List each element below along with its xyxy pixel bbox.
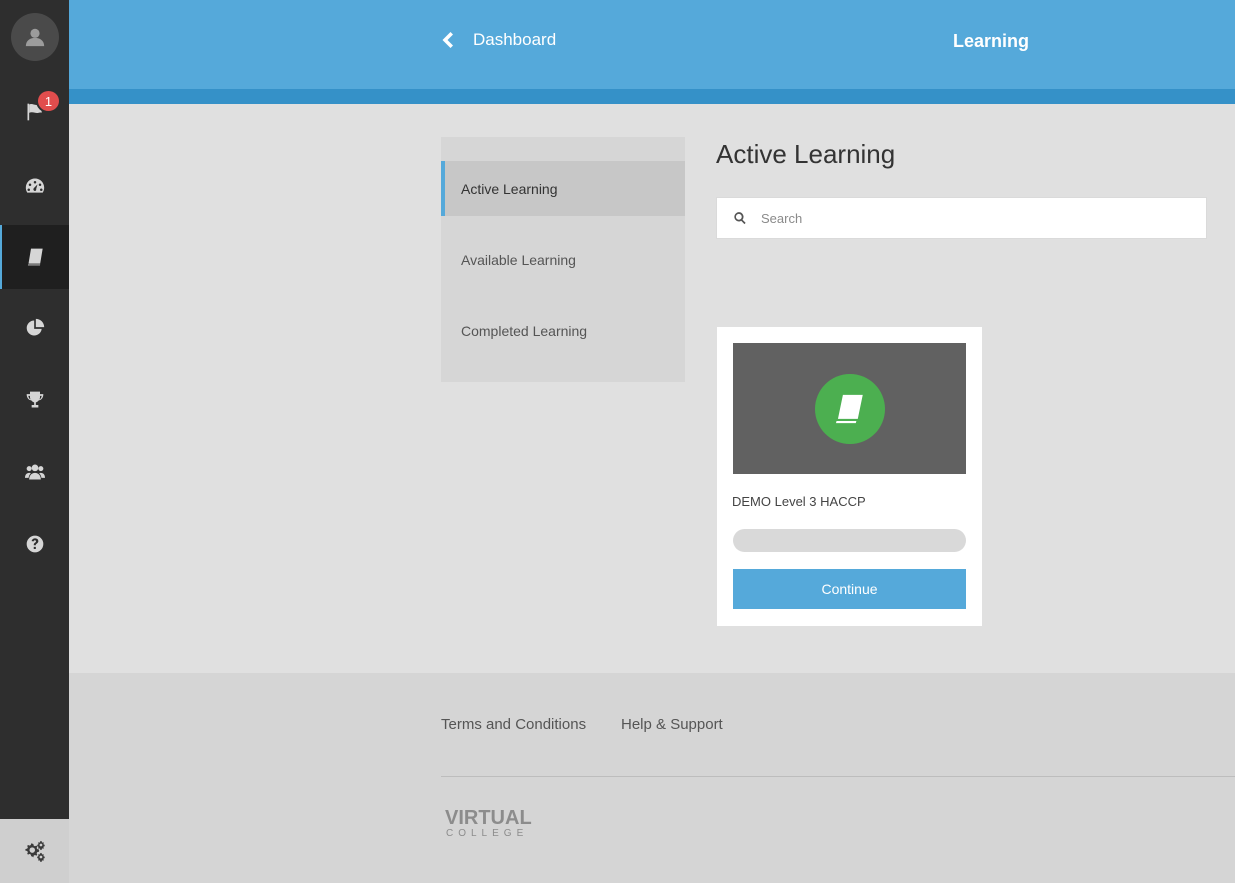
subnav-item-label: Available Learning [461,251,576,268]
footer-divider [441,776,1235,777]
notification-badge: 1 [36,89,61,113]
sidebar-item-reports[interactable] [0,296,69,360]
sidebar-item-dashboard[interactable] [0,154,69,218]
help-support-link[interactable]: Help & Support [621,716,723,733]
sidebar-item-profile[interactable] [0,5,69,69]
sidebar-item-learning[interactable] [0,225,69,289]
sidebar-item-help[interactable] [0,512,69,576]
help-icon [26,535,43,553]
footer [69,673,1235,883]
search-box [716,197,1207,239]
back-to-dashboard-link[interactable]: Dashboard [441,30,556,50]
sidebar-item-achievements[interactable] [0,368,69,432]
course-title: DEMO Level 3 HACCP [732,494,866,509]
logo-line-1: VIRTUAL [445,807,532,829]
continue-button[interactable]: Continue [733,569,966,609]
sidebar: 1 [0,0,69,883]
logo-line-2: COLLEGE [446,828,529,839]
gears-icon [24,840,45,862]
header-strip [69,89,1235,104]
page-title: Active Learning [716,139,896,169]
pie-chart-icon [26,318,44,336]
subnav-item-label: Completed Learning [461,322,588,339]
subnav-item-available-learning[interactable]: Available Learning [441,232,685,287]
avatar [10,13,59,61]
terms-link[interactable]: Terms and Conditions [441,716,586,733]
settings-button[interactable] [0,819,69,883]
course-card: DEMO Level 3 HACCP Continue [717,327,982,626]
sidebar-item-notifications[interactable] [0,80,69,144]
subnav-item-completed-learning[interactable]: Completed Learning [441,303,685,358]
back-link-label: Dashboard [473,30,557,49]
course-icon-circle [814,373,885,444]
search-input[interactable] [761,210,1181,226]
trophy-icon [26,391,43,408]
learning-subnav: Active Learning Available Learning Compl… [441,137,685,382]
virtual-college-logo: VIRTUAL COLLEGE [445,808,532,840]
book-icon [27,248,43,266]
user-icon [25,28,44,47]
dashboard-icon [25,178,44,193]
users-icon [24,464,45,480]
header-bar [69,0,1235,89]
chevron-left-icon [442,32,453,48]
page-header-title: Learning [953,31,1030,51]
subnav-item-active-learning[interactable]: Active Learning [441,161,685,216]
course-progress-bar [733,529,966,552]
subnav-item-label: Active Learning [461,180,558,197]
course-thumbnail[interactable] [733,343,966,474]
sidebar-item-team[interactable] [0,440,69,504]
book-icon [835,394,863,423]
search-icon [734,212,746,225]
